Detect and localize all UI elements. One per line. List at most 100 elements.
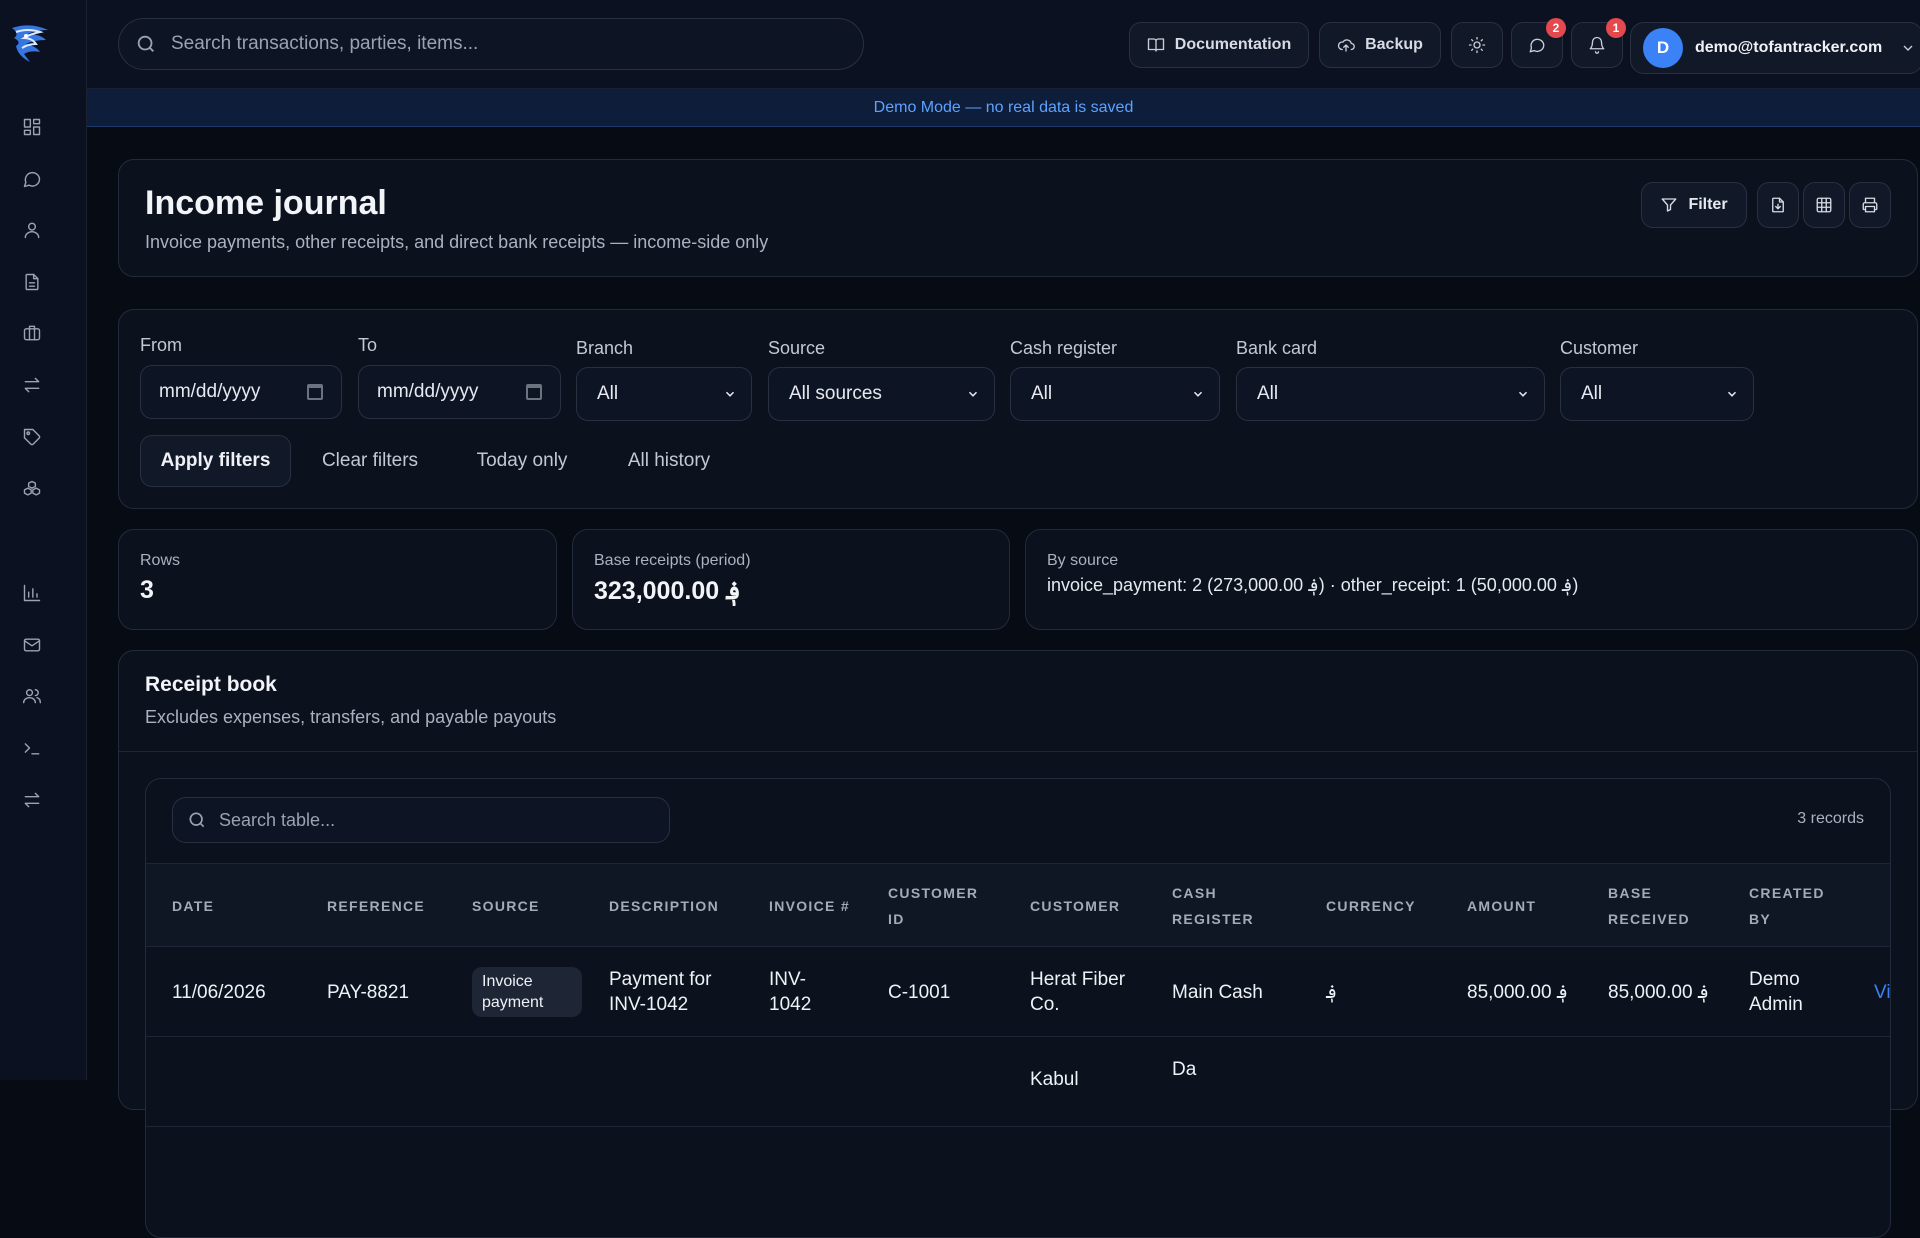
terminal-icon[interactable]	[20, 736, 44, 760]
by-source-value: invoice_payment: 2 (273,000.00 ؋) · othe…	[1047, 575, 1579, 595]
receipt-book-card: Receipt book Excludes expenses, transfer…	[118, 650, 1918, 1238]
transfer-icon[interactable]	[20, 373, 44, 397]
col-created-by[interactable]: CREATED BY	[1749, 864, 1849, 948]
calendar-icon[interactable]	[307, 384, 323, 400]
rows-value: 3	[140, 576, 154, 604]
table-header: DATE REFERENCE SOURCE DESCRIPTION INVOIC…	[146, 863, 1890, 947]
col-date[interactable]: DATE	[172, 864, 282, 948]
chevron-down-icon	[1518, 391, 1528, 397]
col-customer-id[interactable]: CUSTOMER ID	[888, 864, 988, 948]
print-button[interactable]	[1849, 182, 1891, 228]
global-search-input[interactable]	[171, 33, 811, 55]
to-date-value: mm/dd/yyyy	[377, 381, 479, 402]
document-icon[interactable]	[20, 270, 44, 294]
documentation-button[interactable]: Documentation	[1129, 22, 1309, 68]
cell-customer: Kabul	[1030, 1069, 1079, 1090]
receipt-book-title: Receipt book	[145, 673, 277, 696]
tag-icon[interactable]	[20, 425, 44, 449]
source-select[interactable]: All sources	[768, 367, 995, 421]
today-only-button[interactable]: Today only	[464, 435, 580, 487]
app-logo[interactable]	[6, 18, 54, 66]
branch-value: All	[597, 383, 619, 404]
branch-select[interactable]: All	[576, 367, 752, 421]
clear-filters-button[interactable]: Clear filters	[308, 435, 432, 487]
cell-cash-register: Main Cash	[1172, 981, 1263, 1003]
global-search[interactable]	[118, 18, 864, 70]
from-date-value: mm/dd/yyyy	[159, 381, 261, 402]
dashboard-icon[interactable]	[20, 115, 44, 139]
col-amount[interactable]: AMOUNT	[1467, 864, 1567, 948]
table-search-input[interactable]	[219, 809, 639, 831]
to-date-input[interactable]: mm/dd/yyyy	[358, 365, 561, 419]
swap-icon[interactable]	[20, 788, 44, 812]
customer-value: All	[1581, 383, 1603, 404]
briefcase-icon[interactable]	[20, 321, 44, 345]
cell-base-received: 85,000.00 ؋	[1608, 981, 1709, 1003]
chevron-down-icon	[725, 391, 735, 397]
to-label: To	[358, 335, 378, 355]
file-download-icon	[1772, 197, 1784, 213]
col-description[interactable]: DESCRIPTION	[609, 864, 729, 948]
from-label: From	[140, 335, 182, 355]
table-search[interactable]	[172, 797, 670, 843]
customer-label: Customer	[1560, 338, 1639, 358]
search-icon	[189, 812, 205, 828]
customer-select[interactable]: All	[1560, 367, 1754, 421]
avatar: D	[1643, 28, 1683, 68]
page-header-card: Income journal Invoice payments, other r…	[118, 159, 1918, 277]
from-date-input[interactable]: mm/dd/yyyy	[140, 365, 342, 419]
users-icon[interactable]	[20, 684, 44, 708]
receipt-book-subtitle: Excludes expenses, transfers, and payabl…	[145, 707, 557, 727]
notifications-button[interactable]: 1	[1571, 18, 1626, 68]
cash-register-label: Cash register	[1010, 338, 1118, 358]
search-icon	[137, 35, 154, 52]
calendar-icon[interactable]	[526, 384, 542, 400]
theme-toggle-button[interactable]	[1451, 22, 1503, 68]
cloud-upload-icon	[1337, 39, 1355, 52]
export-pdf-button[interactable]	[1757, 182, 1799, 228]
rows-stat-card: Rows 3	[118, 529, 557, 630]
table-row[interactable]: Kabul Da	[146, 1037, 1890, 1127]
base-receipts-value: 323,000.00 ؋	[594, 577, 741, 605]
user-icon[interactable]	[20, 218, 44, 242]
bank-card-select[interactable]: All	[1236, 367, 1545, 421]
col-invoice[interactable]: INVOICE #	[769, 864, 851, 948]
cell-amount: 85,000.00 ؋	[1467, 981, 1568, 1003]
apply-filters-button[interactable]: Apply filters	[140, 435, 291, 487]
message-icon	[1529, 38, 1545, 53]
boxes-icon[interactable]	[20, 477, 44, 501]
filter-button[interactable]: Filter	[1641, 182, 1747, 228]
messages-button[interactable]: 2	[1511, 18, 1566, 68]
export-sheet-button[interactable]	[1803, 182, 1845, 228]
col-cash-register[interactable]: CASH REGISTER	[1172, 864, 1272, 948]
mail-icon[interactable]	[20, 633, 44, 657]
user-email: demo@tofantracker.com	[1695, 39, 1883, 56]
col-source[interactable]: SOURCE	[472, 864, 572, 948]
chevron-down-icon	[1903, 45, 1913, 51]
cell-customer-id: C-1001	[888, 981, 951, 1003]
documentation-label: Documentation	[1174, 36, 1292, 53]
cell-source: Invoice payment	[472, 947, 582, 1037]
col-customer[interactable]: CUSTOMER	[1030, 864, 1140, 948]
source-badge: Invoice payment	[472, 967, 582, 1017]
chat-icon[interactable]	[20, 167, 44, 191]
cash-register-select[interactable]: All	[1010, 367, 1220, 421]
demo-mode-banner: Demo Mode — no real data is saved	[87, 89, 1920, 127]
col-reference[interactable]: REFERENCE	[327, 864, 437, 948]
cell-created-by: Demo Admin	[1749, 969, 1803, 1015]
col-currency[interactable]: CURRENCY	[1326, 864, 1426, 948]
records-count: 3 records	[1797, 810, 1864, 827]
view-link[interactable]: Vi	[1874, 947, 1890, 1037]
chart-icon[interactable]	[20, 581, 44, 605]
user-menu-button[interactable]: D demo@tofantracker.com	[1630, 22, 1920, 74]
sidebar	[0, 0, 87, 1080]
cell-date: 11/06/2026	[172, 981, 266, 1003]
all-history-button[interactable]: All history	[614, 435, 724, 487]
col-base-received[interactable]: BASE RECEIVED	[1608, 864, 1708, 948]
page-title: Income journal	[145, 184, 387, 222]
book-icon	[1147, 38, 1164, 52]
divider	[119, 751, 1917, 752]
backup-button[interactable]: Backup	[1319, 22, 1441, 68]
table-row[interactable]: 11/06/2026 PAY-8821 Invoice payment Paym…	[146, 947, 1890, 1037]
receipt-table-panel: 3 records DATE REFERENCE SOURCE DESCRIPT…	[145, 778, 1891, 1238]
